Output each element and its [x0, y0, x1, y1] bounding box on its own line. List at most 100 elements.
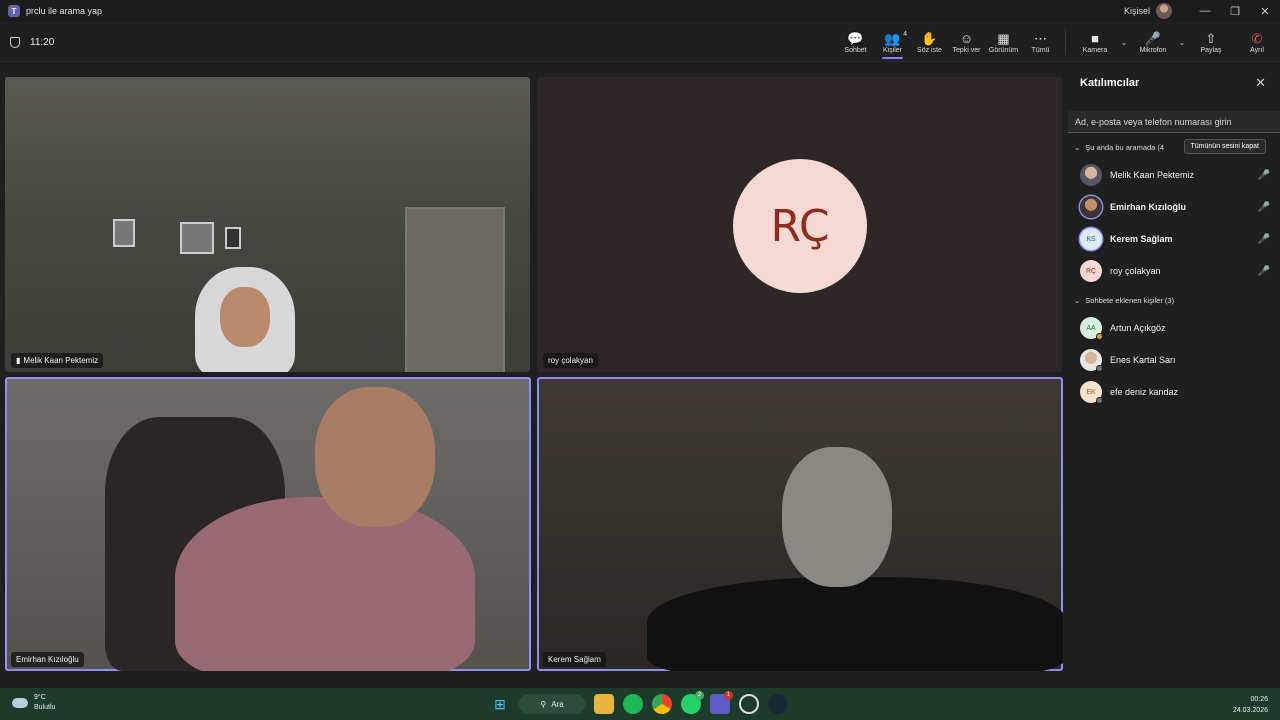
raise-hand-button[interactable]: ✋ Söz iste: [911, 22, 948, 62]
raise-hand-label: Söz iste: [917, 46, 942, 54]
weather-widget[interactable]: 9°C Bulutlu: [12, 693, 55, 713]
participant-name: Kerem Sağlam: [1110, 234, 1173, 244]
mic-label: Mikrofon: [1139, 46, 1167, 54]
teams-icon: T: [8, 5, 20, 17]
chat-icon: 💬: [847, 30, 864, 46]
shield-icon: [10, 36, 20, 48]
title-bar: T prclu ile arama yap Kişisel — ❐ ✕: [0, 0, 1280, 22]
chrome-icon[interactable]: [652, 694, 672, 714]
participant-row[interactable]: KS Kerem Sağlam 🎤: [1080, 227, 1270, 251]
whatsapp-icon[interactable]: 2: [681, 691, 704, 714]
call-toolbar: 11:20 💬 Sohbet 👥 4 Kişiler ✋ Söz iste ☺ …: [0, 22, 1280, 62]
leave-button[interactable]: ✆ Ayrıl: [1234, 22, 1280, 62]
participant-name: efe deniz kandaz: [1110, 387, 1179, 397]
participant-name: Enes Kartal Sarı: [1110, 355, 1176, 365]
participant-face: [315, 387, 435, 527]
video-tile[interactable]: Emirhan Kızıloğlu: [5, 377, 531, 671]
chat-button[interactable]: 💬 Sohbet: [837, 22, 874, 62]
status-away-icon: [1096, 333, 1103, 340]
tile-name-tag: Emirhan Kızıloğlu: [11, 652, 84, 667]
weather-temp: 9°C: [34, 694, 46, 701]
close-icon[interactable]: ✕: [1255, 75, 1266, 91]
mic-button[interactable]: 🎤 Mikrofon: [1130, 22, 1176, 62]
profile-avatar: [1156, 3, 1172, 19]
windows-start-icon[interactable]: ⊞: [490, 694, 510, 714]
chevron-down-icon: ⌄: [1074, 143, 1081, 152]
avatar-initials: AA: [1086, 324, 1096, 332]
spotify-icon[interactable]: [623, 694, 643, 714]
video-stage: ▮ Melik Kaan Pektemiz RÇ roy çolakyan Em…: [0, 63, 1067, 686]
camera-button[interactable]: ■ Kamera: [1072, 22, 1118, 62]
wall-frame: [180, 222, 214, 254]
taskbar-search-label: Ara: [551, 699, 564, 709]
camera-icon: ■: [1091, 30, 1099, 46]
video-tile[interactable]: Kerem Sağlam: [537, 377, 1063, 671]
participant-name: roy çolakyan: [1110, 266, 1161, 276]
clock-date: 24.03.2026: [1232, 707, 1268, 714]
profile-label: Kişisel: [1123, 6, 1150, 16]
clock-time: 00:26: [1250, 696, 1268, 703]
hand-icon: ✋: [921, 30, 938, 46]
people-button[interactable]: 👥 4 Kişiler: [874, 22, 911, 62]
system-clock[interactable]: 00:26 24.03.2026: [1233, 694, 1268, 716]
hangup-icon: ✆: [1251, 30, 1263, 46]
chevron-down-icon: ⌄: [1074, 296, 1081, 305]
status-offline-icon: [1096, 397, 1103, 404]
avatar: [1080, 196, 1102, 218]
restore-button[interactable]: ❐: [1220, 5, 1250, 18]
microphone-icon: 🎤: [1257, 265, 1270, 277]
view-button[interactable]: ▦ Görünüm: [985, 22, 1022, 62]
participant-row[interactable]: RÇ roy çolakyan 🎤: [1080, 259, 1270, 283]
avatar: KS: [1080, 228, 1102, 250]
participant-row[interactable]: Melik Kaan Pektemiz 🎤: [1080, 163, 1270, 187]
status-offline-icon: [1096, 365, 1103, 372]
video-tile[interactable]: ▮ Melik Kaan Pektemiz: [5, 77, 530, 372]
participant-name: Emirhan Kızıloğlu: [1110, 202, 1187, 212]
share-label: Paylaş: [1200, 46, 1222, 54]
tile-name: roy çolakyan: [548, 356, 593, 365]
participant-row[interactable]: AA Artun Açıkgöz: [1080, 316, 1270, 340]
avatar: [1080, 349, 1103, 372]
app-icon[interactable]: [739, 694, 759, 714]
share-button[interactable]: ⇧ Paylaş: [1188, 22, 1234, 62]
profile-switcher[interactable]: Kişisel: [1124, 3, 1172, 19]
grid-icon: ▦: [997, 30, 1010, 46]
participant-row[interactable]: EK efe deniz kandaz: [1080, 380, 1270, 404]
avatar: EK: [1080, 381, 1103, 404]
teams-icon[interactable]: 1: [710, 691, 733, 714]
signal-icon: ▮: [16, 356, 21, 365]
react-button[interactable]: ☺ Tepki ver: [948, 22, 985, 62]
close-window-button[interactable]: ✕: [1250, 5, 1280, 18]
react-label: Tepki ver: [952, 46, 981, 54]
panel-title: Katılımcılar: [1080, 77, 1140, 89]
participant-face: [220, 287, 270, 347]
avatar: RÇ: [1080, 260, 1102, 282]
toolbar-divider: [1065, 29, 1066, 55]
microphone-icon: 🎤: [1257, 201, 1270, 213]
file-explorer-icon[interactable]: [594, 694, 614, 714]
participant-row[interactable]: Emirhan Kızıloğlu 🎤: [1080, 195, 1270, 219]
wall-frame: [113, 219, 135, 247]
camera-options-chevron-icon[interactable]: ⌄: [1118, 38, 1130, 47]
tile-name: Melik Kaan Pektemiz: [23, 356, 99, 365]
tile-name-tag: Kerem Sağlam: [543, 652, 606, 667]
steam-icon[interactable]: [768, 694, 788, 714]
mute-all-button[interactable]: Tümünün sesini kapat: [1183, 139, 1266, 154]
participant-row[interactable]: Enes Kartal Sarı: [1080, 348, 1270, 372]
call-timer: 11:20: [10, 22, 54, 62]
mic-options-chevron-icon[interactable]: ⌄: [1176, 38, 1188, 47]
more-button[interactable]: ⋯ Tümü: [1022, 22, 1059, 62]
view-label: Görünüm: [988, 46, 1019, 54]
cloud-icon: [12, 698, 28, 708]
weather-condition: Bulutlu: [34, 704, 56, 711]
added-section-header[interactable]: ⌄ Sohbete eklenen kişiler (3): [1074, 296, 1174, 305]
teams-badge: 1: [724, 691, 733, 700]
participant-search-input[interactable]: Ad, e-posta veya telefon numarası girin: [1068, 111, 1280, 133]
minimize-button[interactable]: —: [1190, 5, 1220, 17]
people-icon: 👥: [884, 30, 901, 46]
share-icon: ⇧: [1205, 30, 1217, 46]
in-call-section-header[interactable]: ⌄ Şu anda bu aramada (4: [1074, 143, 1164, 152]
taskbar-search[interactable]: ⚲ Ara: [519, 694, 585, 714]
tile-name-tag: roy çolakyan: [543, 353, 598, 368]
video-tile[interactable]: RÇ roy çolakyan: [537, 77, 1062, 372]
